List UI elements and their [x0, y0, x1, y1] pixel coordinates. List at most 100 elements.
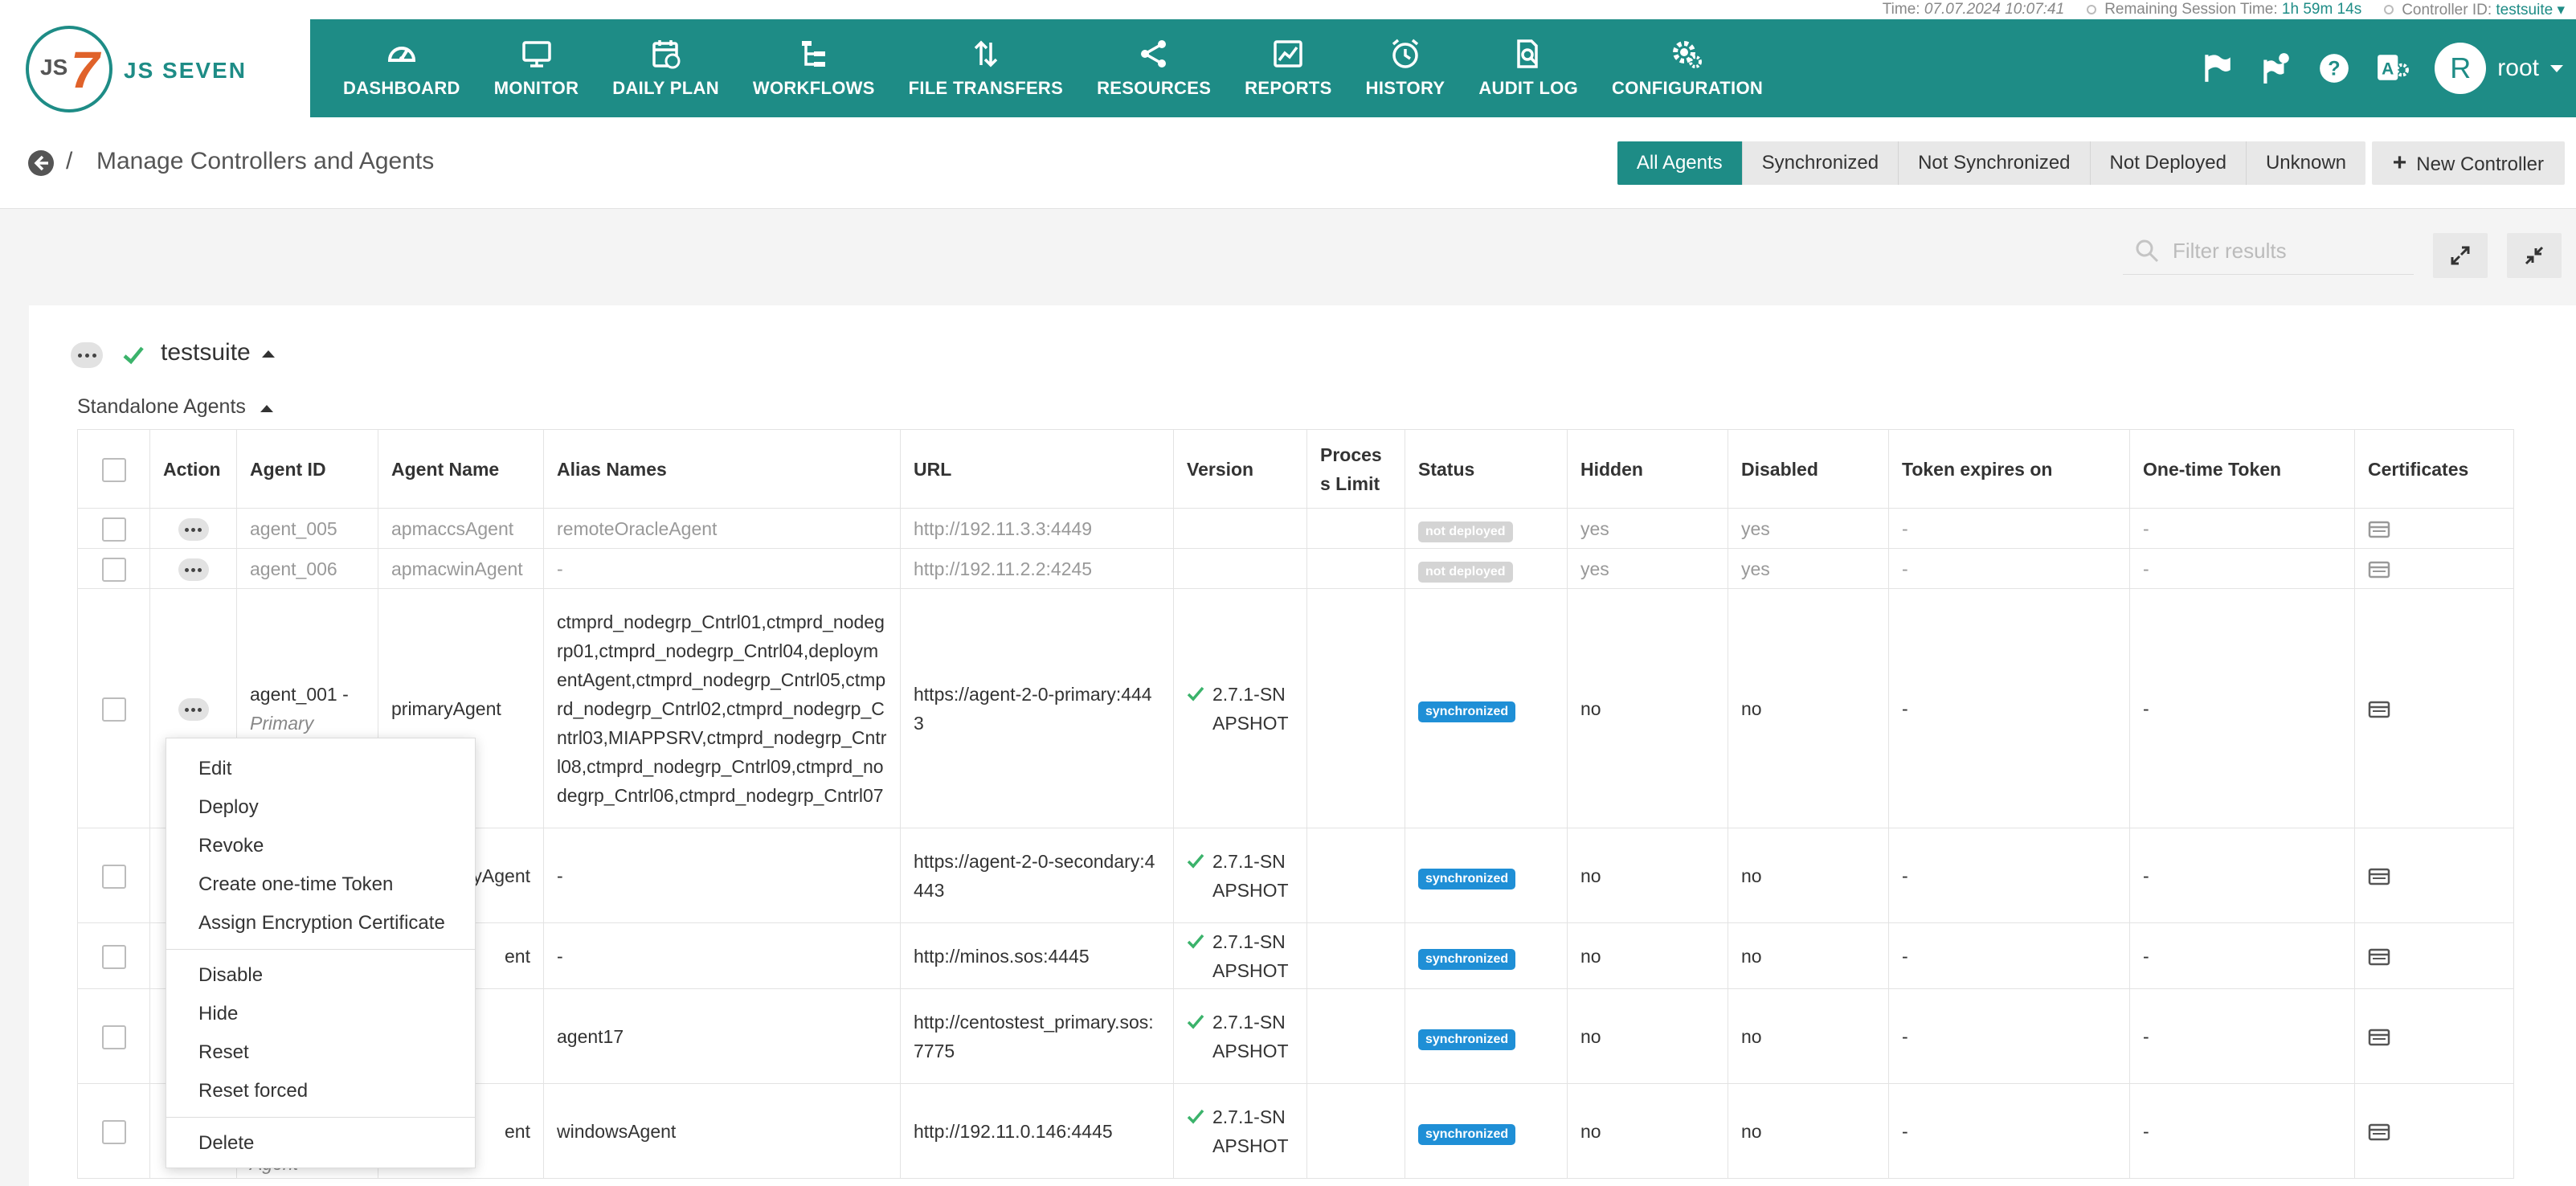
token-expires: -: [1888, 1083, 2130, 1179]
col-version[interactable]: Version: [1173, 429, 1307, 509]
filter-not-synchronized[interactable]: Not Synchronized: [1898, 141, 2090, 185]
row-checkbox[interactable]: [101, 517, 126, 542]
check-icon: [123, 346, 144, 365]
token-expires: -: [1888, 508, 2130, 549]
col-one-time-token[interactable]: One-time Token: [2129, 429, 2355, 509]
menu-item-revoke[interactable]: Revoke: [166, 827, 475, 865]
filter-unknown[interactable]: Unknown: [2245, 141, 2365, 185]
logo-text: JS SEVEN: [124, 58, 247, 83]
disabled-value: no: [1728, 588, 1889, 828]
alias-names: windowsAgent: [543, 1083, 901, 1179]
col-process-limit[interactable]: Proces s Limit: [1306, 429, 1405, 509]
col-disabled[interactable]: Disabled: [1728, 429, 1889, 509]
process-limit: [1306, 988, 1405, 1084]
help-icon[interactable]: ?: [2317, 51, 2351, 85]
certificate-icon[interactable]: [2368, 1123, 2390, 1141]
row-action-menu-button[interactable]: [178, 518, 209, 542]
col-hidden[interactable]: Hidden: [1567, 429, 1728, 509]
nav-audit-log[interactable]: AUDIT LOG: [1462, 19, 1595, 117]
row-checkbox[interactable]: [101, 945, 126, 970]
certificate-icon[interactable]: [2368, 701, 2390, 718]
row-checkbox[interactable]: [101, 1025, 126, 1050]
col-agent-name[interactable]: Agent Name: [378, 429, 544, 509]
menu-item-disable[interactable]: Disable: [166, 956, 475, 995]
row-checkbox[interactable]: [101, 1120, 126, 1145]
filter-synchronized[interactable]: Synchronized: [1741, 141, 1899, 185]
expand-all-button[interactable]: [2433, 233, 2488, 278]
certificate-icon[interactable]: [2368, 948, 2390, 966]
flag-icon[interactable]: [2200, 51, 2234, 85]
certificate-icon[interactable]: [2368, 521, 2390, 538]
nav-file-transfers[interactable]: FILE TRANSFERS: [892, 19, 1080, 117]
nav-reports[interactable]: REPORTS: [1228, 19, 1348, 117]
select-all-checkbox[interactable]: [101, 458, 126, 483]
version: 2.7.1-SNAPSHOT: [1212, 1011, 1289, 1061]
agent-url: https://agent-2-0-secondary:4443: [900, 828, 1174, 923]
agent-url: http://192.11.2.2:4245: [900, 548, 1174, 589]
certificate-icon[interactable]: [2368, 561, 2390, 579]
collapse-all-button[interactable]: [2507, 233, 2562, 278]
svg-text:?: ?: [2329, 57, 2341, 80]
avatar[interactable]: R: [2435, 43, 2487, 94]
back-arrow-icon[interactable]: [27, 149, 55, 177]
menu-item-reset[interactable]: Reset: [166, 1033, 475, 1072]
row-action-menu-button[interactable]: [178, 698, 209, 722]
hidden-value: no: [1567, 1083, 1728, 1179]
breadcrumb-separator: /: [66, 148, 73, 174]
user-name[interactable]: root: [2497, 55, 2539, 82]
col-status[interactable]: Status: [1405, 429, 1568, 509]
row-checkbox[interactable]: [101, 865, 126, 890]
chevron-up-icon[interactable]: [260, 405, 273, 412]
menu-item-delete[interactable]: Delete: [166, 1124, 475, 1163]
agent-name: apmacwinAgent: [378, 548, 544, 589]
nav-monitor[interactable]: MONITOR: [477, 19, 596, 117]
new-controller-button[interactable]: + New Controller: [2371, 141, 2565, 185]
nav-label: FILE TRANSFERS: [908, 78, 1064, 98]
menu-item-reset-forced[interactable]: Reset forced: [166, 1072, 475, 1110]
agent-url: https://agent-2-0-primary:4443: [900, 588, 1174, 828]
reports-icon: [1274, 40, 1303, 67]
menu-item-assign-encryption-certificate[interactable]: Assign Encryption Certificate: [166, 904, 475, 943]
col-agent-id[interactable]: Agent ID: [236, 429, 378, 509]
nav-dashboard[interactable]: DASHBOARD: [326, 19, 477, 117]
token-expires: -: [1888, 588, 2130, 828]
agent-filter-group: All Agents Synchronized Not Synchronized…: [1617, 141, 2365, 185]
chevron-up-icon[interactable]: [262, 350, 275, 358]
check-icon: [1187, 853, 1204, 869]
col-url[interactable]: URL: [900, 429, 1174, 509]
translate-icon[interactable]: A: [2376, 51, 2410, 85]
filter-all-agents[interactable]: All Agents: [1617, 141, 1742, 185]
one-time-token: -: [2129, 548, 2355, 589]
nav-configuration[interactable]: CONFIGURATION: [1595, 19, 1780, 117]
menu-item-deploy[interactable]: Deploy: [166, 788, 475, 827]
row-checkbox[interactable]: [101, 558, 126, 583]
logo[interactable]: JS 7 JS SEVEN: [0, 19, 310, 117]
certificate-icon[interactable]: [2368, 868, 2390, 885]
disabled-value: no: [1728, 1083, 1889, 1179]
nav-workflows[interactable]: WORKFLOWS: [736, 19, 892, 117]
chevron-down-icon[interactable]: [2550, 64, 2563, 72]
col-token-expires[interactable]: Token expires on: [1888, 429, 2130, 509]
nav-history[interactable]: HISTORY: [1349, 19, 1462, 117]
row-checkbox[interactable]: [101, 697, 126, 722]
dashboard-icon: [387, 47, 415, 62]
controller-id-selector[interactable]: Controller ID: testsuite ▾: [2384, 1, 2565, 19]
menu-item-edit[interactable]: Edit: [166, 750, 475, 788]
nav-resources[interactable]: RESOURCES: [1080, 19, 1228, 117]
collapse-icon: [2525, 246, 2544, 265]
section-standalone-agents[interactable]: Standalone Agents: [77, 395, 246, 419]
controller-action-menu-button[interactable]: [71, 342, 103, 368]
menu-item-create-one-time-token[interactable]: Create one-time Token: [166, 865, 475, 904]
version: [1173, 548, 1307, 589]
col-alias-names[interactable]: Alias Names: [543, 429, 901, 509]
nav-daily-plan[interactable]: DAILY PLAN: [595, 19, 736, 117]
filter-not-deployed[interactable]: Not Deployed: [2089, 141, 2246, 185]
controller-name[interactable]: testsuite: [161, 339, 251, 366]
hidden-value: no: [1567, 988, 1728, 1084]
search-input[interactable]: [2173, 235, 2406, 267]
menu-item-hide[interactable]: Hide: [166, 995, 475, 1033]
row-action-menu-button[interactable]: [178, 558, 209, 582]
notifications-flag-icon[interactable]: [2259, 51, 2292, 85]
certificate-icon[interactable]: [2368, 1029, 2390, 1046]
alias-names: -: [543, 548, 901, 589]
